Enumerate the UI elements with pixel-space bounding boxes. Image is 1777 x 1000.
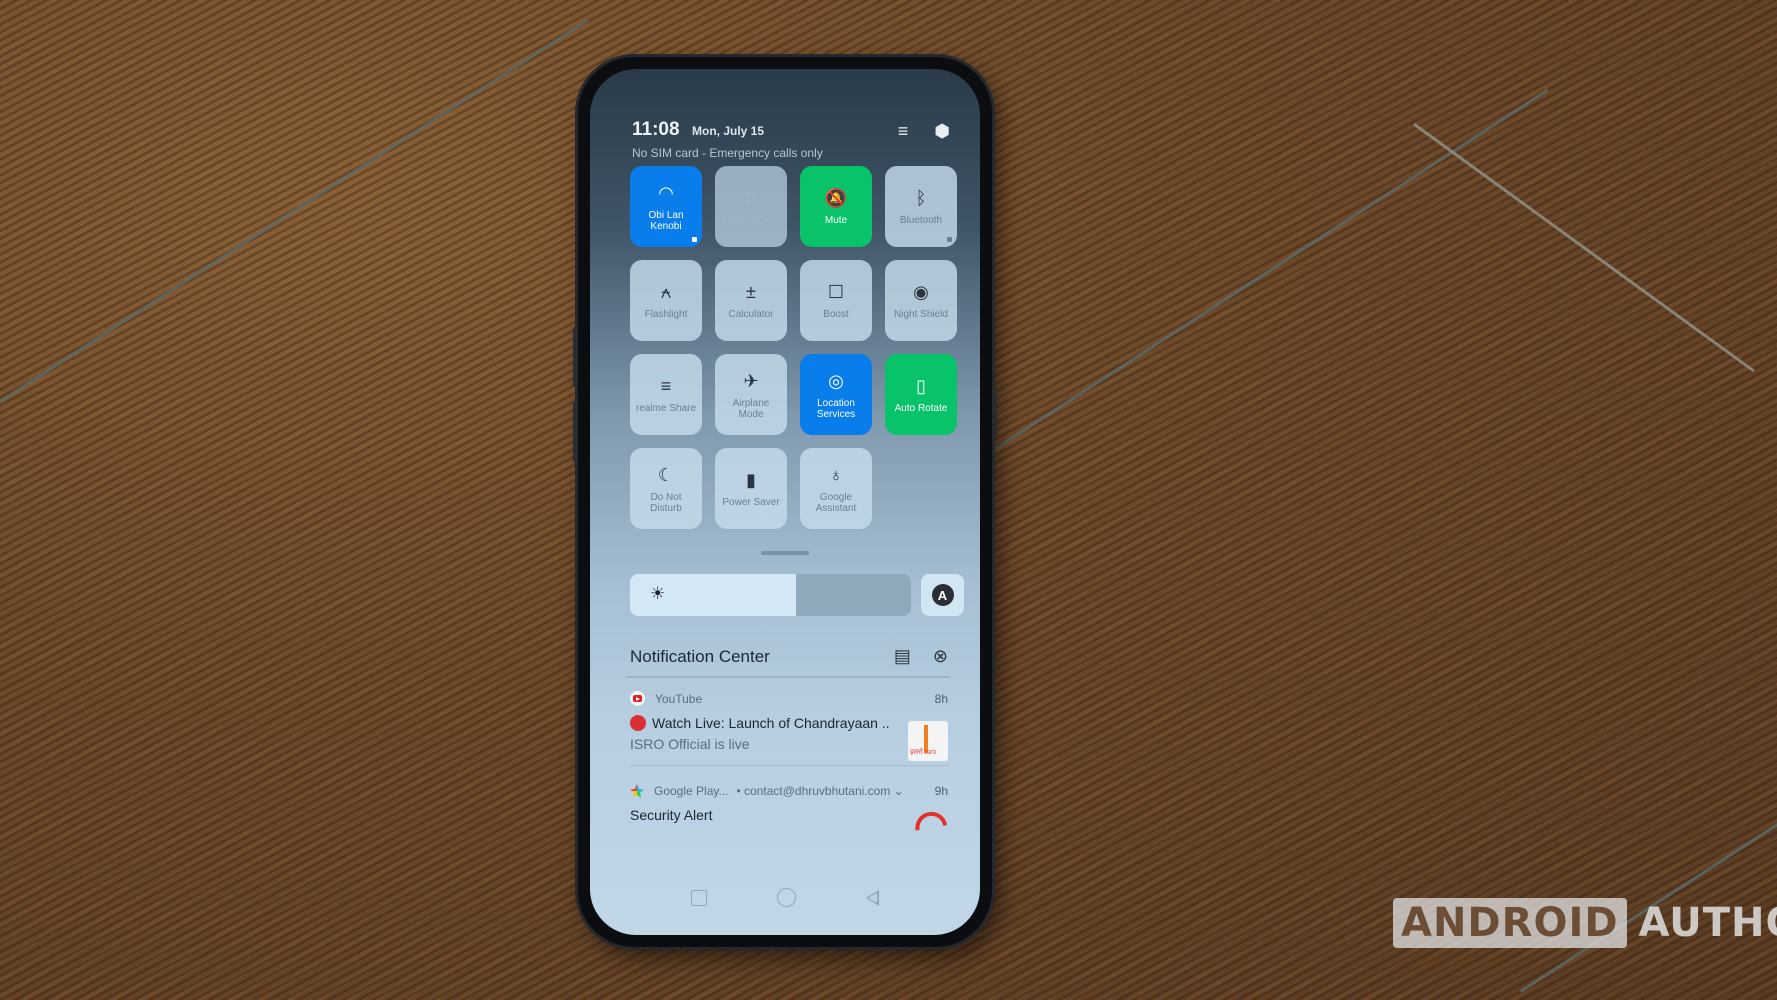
auto-brightness-icon: A [931,584,954,606]
tile-label: Night Shield [894,309,948,320]
tile-label: Calculator [728,309,774,320]
youtube-icon [630,691,645,706]
sun-icon: ☀ [650,584,666,603]
notification-app-name: Google Play... [654,784,729,798]
status-header: 11:08 Mon, July 15 No SIM card - Emergen… [632,119,950,160]
recents-button[interactable] [691,889,707,906]
tile-label: realme Share [635,403,697,414]
back-button[interactable] [866,889,879,906]
floor-seam [1413,123,1755,373]
tile-label: Cellular Data [722,215,780,226]
divider [626,676,950,678]
google-play-icon [630,784,644,798]
tile-boost[interactable]: ☐ Boost [800,260,872,341]
expand-corner-icon[interactable] [947,237,952,242]
tile-auto-rotate[interactable]: ▯ Auto Rotate [885,354,957,435]
tile-realme-share[interactable]: ≡ realme Share [630,354,702,435]
tile-google-assistant[interactable]: ♁ Google Assistant [800,448,872,529]
tile-label: Do Not Disturb [650,491,682,514]
clock: 11:08 [632,119,680,140]
mute-bell-icon: 🔕 [824,188,848,208]
tile-label: Auto Rotate [894,403,948,414]
tile-label: Location Services [816,397,856,420]
volume-button [573,327,577,387]
tile-label: Google Assistant [815,491,857,514]
airplane-icon: ✈ [743,370,759,391]
edit-tiles-icon[interactable]: ≡ [898,121,909,141]
tile-night-shield[interactable]: ◉ Night Shield [885,260,957,341]
tile-obi-lan-kenobi[interactable]: ◠ Obi Lan Kenobi [630,166,702,247]
tile-label: Bluetooth [899,215,943,226]
boost-trash-icon: ☐ [827,282,845,302]
tile-label: Airplane Mode [732,397,770,420]
android-authority-watermark: ANDROID AUTHORITY [1393,898,1777,948]
tile-flashlight[interactable]: ⍲ Flashlight [630,260,702,341]
notification-subtitle: ISRO Official is live [630,736,750,752]
navigation-bar [590,888,980,907]
calculator-icon: ± [746,282,756,302]
location-pin-icon: ◎ [828,370,844,391]
watermark-text: AUTHORITY [1638,900,1777,946]
notification-youtube[interactable]: YouTube 8h Watch Live: Launch of Chandra… [630,691,948,761]
notification-time: 9h [934,784,948,798]
tile-cellular-data[interactable]: ⇅ Cellular Data [715,166,787,247]
panel-drag-handle[interactable] [761,551,809,555]
cellular-data-icon: ⇅ [743,188,759,208]
notification-title: Security Alert [630,807,713,823]
microphone-icon: ♁ [829,464,843,485]
tile-label: Mute [824,215,848,226]
tile-label: Power Saver [722,497,780,508]
battery-icon: ▮ [746,470,756,490]
notification-google-play[interactable]: Google Play... • contact@dhruvbhutani.co… [630,784,948,831]
tile-airplane-mode[interactable]: ✈ Airplane Mode [715,354,787,435]
date: Mon, July 15 [692,124,765,138]
tile-label: Boost [823,309,849,320]
notification-thumbnail: इसरो isro [908,721,948,761]
auto-brightness-button[interactable]: A [921,574,964,616]
tile-calculator[interactable]: ± Calculator [715,260,787,341]
expand-corner-icon[interactable] [692,237,697,242]
clear-all-icon[interactable]: ⊗ [933,646,948,666]
live-red-circle-icon [630,715,646,731]
watermark-boxed-text: ANDROID [1393,898,1627,948]
tile-label: Flashlight [644,309,688,320]
notification-time: 8h [934,691,948,706]
eye-icon: ◉ [913,282,929,302]
floor-seam [0,18,589,403]
tile-mute[interactable]: 🔕 Mute [800,166,872,247]
quick-tiles-grid: ◠ Obi Lan Kenobi ⇅ Cellular Data 🔕 Mute ᛒ Bluet… [630,166,957,529]
tile-do-not-disturb[interactable]: ☾ Do Not Disturb [630,448,702,529]
manage-notifications-icon[interactable]: ▤ [894,646,911,666]
tile-label: Obi Lan Kenobi [648,209,684,232]
tile-power-saver[interactable]: ▮ Power Saver [715,448,787,529]
home-button[interactable] [777,888,796,907]
tile-location-services[interactable]: ◎ Location Services [800,354,872,435]
bluetooth-icon: ᛒ [915,188,927,208]
settings-gear-icon[interactable]: ⬢ [934,121,950,141]
divider [630,765,950,766]
flashlight-icon: ⍲ [660,282,672,302]
floor-seam [960,88,1549,473]
auto-rotate-icon: ▯ [916,376,926,396]
wifi-icon: ◠ [658,182,674,203]
tile-bluetooth[interactable]: ᛒ Bluetooth [885,166,957,247]
notification-title: Watch Live: Launch of Chandrayaan .. [652,715,890,731]
notification-account[interactable]: • contact@dhruvbhutani.com ⌄ [736,784,903,798]
volume-button [573,402,577,462]
moon-icon: ☾ [657,464,675,485]
phone: 11:08 Mon, July 15 No SIM card - Emergen… [573,57,997,947]
realme-share-icon: ≡ [660,376,672,396]
quick-settings-screen: 11:08 Mon, July 15 No SIM card - Emergen… [590,69,980,935]
power-button [993,387,997,437]
floor-seam [1520,772,1777,993]
notification-center-title: Notification Center [630,647,770,666]
brightness-slider[interactable]: ☀ [630,574,911,616]
notification-app-name: YouTube [655,691,703,706]
carrier-status: No SIM card - Emergency calls only [632,146,823,160]
thumbnail-caption: इसरो isro [910,749,937,756]
